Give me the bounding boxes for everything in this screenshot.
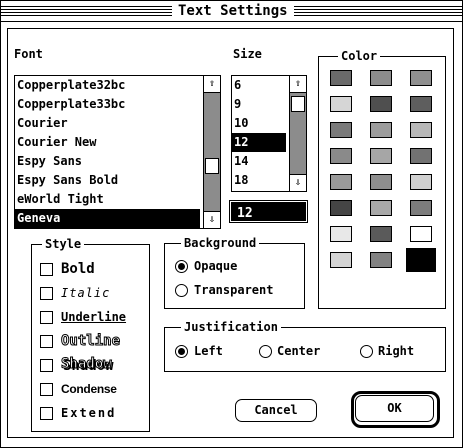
- left-label[interactable]: Left: [194, 344, 223, 358]
- transparent-label[interactable]: Transparent: [194, 283, 273, 297]
- ok-button[interactable]: OK: [355, 395, 434, 422]
- background-group-title: Background: [181, 235, 260, 251]
- font-label: Font: [14, 47, 43, 61]
- text-settings-dialog: Text Settings Font Copperplate32bc Coppe…: [0, 0, 463, 448]
- size-scroll-thumb[interactable]: [291, 96, 305, 112]
- color-swatch[interactable]: [410, 200, 432, 216]
- font-scroll-thumb[interactable]: [205, 158, 219, 174]
- size-list-item-selected[interactable]: 12: [232, 133, 286, 152]
- scroll-up-arrow-icon[interactable]: ⇧: [290, 76, 306, 92]
- underline-label[interactable]: Underline: [61, 310, 126, 324]
- size-list-item[interactable]: 10: [232, 114, 286, 133]
- color-swatch[interactable]: [330, 148, 352, 164]
- font-scrollbar[interactable]: ⇧ ⇩: [203, 76, 220, 228]
- color-swatch-selected[interactable]: [406, 248, 436, 272]
- size-list-item[interactable]: 18: [232, 171, 286, 190]
- right-label[interactable]: Right: [378, 344, 414, 358]
- size-input[interactable]: 12: [229, 200, 308, 223]
- scroll-down-arrow-icon[interactable]: ⇩: [290, 175, 306, 191]
- extend-label[interactable]: Extend: [61, 406, 116, 420]
- condense-label[interactable]: Condense: [61, 382, 117, 396]
- size-list-item[interactable]: 6: [232, 76, 286, 95]
- font-list-item[interactable]: Courier: [15, 114, 200, 133]
- font-list-item[interactable]: eWorld Tight: [15, 190, 200, 209]
- opaque-radio[interactable]: [175, 260, 188, 273]
- color-swatch[interactable]: [370, 148, 392, 164]
- justification-group-title: Justification: [181, 319, 281, 335]
- color-swatch[interactable]: [370, 70, 392, 86]
- right-radio[interactable]: [360, 345, 373, 358]
- color-swatch[interactable]: [410, 226, 432, 242]
- color-swatch[interactable]: [410, 148, 432, 164]
- color-swatch[interactable]: [410, 174, 432, 190]
- font-list-item-selected[interactable]: Geneva: [15, 209, 200, 228]
- italic-label[interactable]: Italic: [61, 286, 110, 300]
- color-swatch[interactable]: [410, 122, 432, 138]
- size-list-item[interactable]: 14: [232, 152, 286, 171]
- transparent-radio[interactable]: [175, 284, 188, 297]
- color-swatch[interactable]: [370, 122, 392, 138]
- bold-label[interactable]: Bold: [61, 262, 95, 276]
- color-swatch[interactable]: [370, 252, 392, 268]
- opaque-label[interactable]: Opaque: [194, 259, 237, 273]
- color-group-title: Color: [338, 48, 381, 64]
- extend-checkbox[interactable]: [40, 407, 53, 420]
- title-bar[interactable]: Text Settings: [1, 1, 462, 22]
- color-swatch[interactable]: [370, 96, 392, 112]
- font-list-item[interactable]: Courier New: [15, 133, 200, 152]
- color-swatch[interactable]: [330, 122, 352, 138]
- style-group-title: Style: [42, 236, 85, 252]
- center-label[interactable]: Center: [277, 344, 320, 358]
- condense-checkbox[interactable]: [40, 383, 53, 396]
- left-radio[interactable]: [175, 345, 188, 358]
- color-swatch[interactable]: [330, 226, 352, 242]
- font-list-item[interactable]: Copperplate33bc: [15, 95, 200, 114]
- color-swatch[interactable]: [370, 174, 392, 190]
- bold-checkbox[interactable]: [40, 263, 53, 276]
- color-swatch[interactable]: [370, 226, 392, 242]
- shadow-label[interactable]: Shadow: [61, 357, 113, 372]
- font-list-item[interactable]: Espy Sans: [15, 152, 200, 171]
- color-swatch[interactable]: [330, 174, 352, 190]
- font-list-item[interactable]: Espy Sans Bold: [15, 171, 200, 190]
- outline-checkbox[interactable]: [40, 335, 53, 348]
- scroll-down-arrow-icon[interactable]: ⇩: [204, 212, 220, 228]
- underline-checkbox[interactable]: [40, 311, 53, 324]
- color-swatch[interactable]: [410, 96, 432, 112]
- size-scrollbar[interactable]: ⇧ ⇩: [289, 76, 306, 191]
- window-title: Text Settings: [172, 3, 294, 19]
- scroll-up-arrow-icon[interactable]: ⇧: [204, 76, 220, 92]
- size-list-item[interactable]: 9: [232, 95, 286, 114]
- font-scroll-track[interactable]: [204, 92, 220, 212]
- font-list-item[interactable]: Copperplate32bc: [15, 76, 200, 95]
- color-swatch[interactable]: [410, 70, 432, 86]
- color-swatch[interactable]: [330, 252, 352, 268]
- shadow-checkbox[interactable]: [40, 359, 53, 372]
- center-radio[interactable]: [259, 345, 272, 358]
- size-list[interactable]: 6 9 10 12 14 18 ⇧ ⇩: [231, 75, 307, 192]
- color-swatch[interactable]: [330, 96, 352, 112]
- outline-label[interactable]: Outline: [60, 334, 120, 349]
- cancel-button[interactable]: Cancel: [235, 399, 317, 422]
- color-swatch[interactable]: [330, 200, 352, 216]
- italic-checkbox[interactable]: [40, 287, 53, 300]
- color-swatch[interactable]: [330, 70, 352, 86]
- size-label: Size: [233, 47, 262, 61]
- background-group: Background: [164, 235, 305, 309]
- color-swatch[interactable]: [370, 200, 392, 216]
- font-list[interactable]: Copperplate32bc Copperplate33bc Courier …: [14, 75, 221, 229]
